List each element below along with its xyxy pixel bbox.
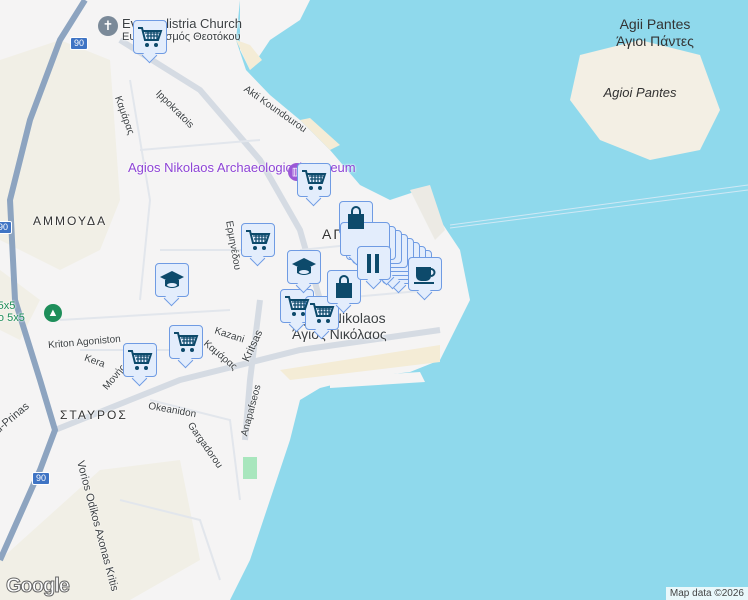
shopping-cart-marker[interactable]	[133, 20, 167, 54]
education-marker[interactable]	[155, 263, 189, 297]
shopping-cart-icon	[128, 350, 153, 370]
shopping-bag-marker[interactable]	[339, 201, 373, 235]
shopping-cart-icon	[310, 303, 335, 323]
bar-icon	[367, 254, 379, 273]
education-marker[interactable]	[287, 250, 321, 284]
route-shield-90: 90	[70, 37, 89, 50]
shopping-cart-marker[interactable]	[169, 325, 203, 359]
shopping-cart-marker[interactable]	[241, 223, 275, 257]
shopping-cart-icon	[302, 170, 327, 190]
island-alt-label: Agioi Pantes	[603, 85, 677, 100]
district-ammouda: ΑΜΜΟΥΔΑ	[33, 214, 108, 228]
shopping-cart-icon	[246, 230, 271, 250]
shopping-cart-icon	[138, 27, 163, 47]
route-shield-90: 90	[0, 221, 13, 234]
island-label[interactable]: Agii Pantes Άγιοι Πάντες	[590, 16, 720, 50]
google-logo[interactable]: Google	[6, 575, 71, 598]
map-attribution[interactable]: Map data ©2026	[665, 587, 748, 600]
shopping-cart-marker[interactable]	[123, 343, 157, 377]
education-icon	[160, 271, 184, 288]
museum-label[interactable]: Agios Nikolaos Archaeological Museum	[128, 160, 356, 175]
cafe-icon	[414, 267, 436, 284]
shopping-cart-marker[interactable]	[305, 296, 339, 330]
district-stavros: ΣΤΑΥΡΟΣ	[60, 408, 128, 422]
shopping-bag-icon	[348, 206, 364, 229]
park-icon[interactable]: ▲	[44, 304, 62, 322]
park	[243, 457, 257, 479]
shopping-cart-icon	[285, 296, 310, 316]
cafe-marker[interactable]	[408, 257, 442, 291]
ferry-route	[449, 184, 748, 229]
bar-marker[interactable]	[357, 246, 391, 280]
park-label[interactable]: Park 5x5 Πάρκο 5x5	[0, 300, 25, 324]
education-icon	[292, 258, 316, 275]
shopping-bag-icon	[336, 275, 352, 298]
island-name-en: Agii Pantes	[619, 16, 691, 32]
park-name-gr: Πάρκο 5x5	[0, 312, 25, 324]
shopping-cart-marker[interactable]	[297, 163, 331, 197]
shopping-cart-icon	[174, 332, 199, 352]
shopping-bag-marker[interactable]	[327, 270, 361, 304]
park-name-en: Park 5x5	[0, 300, 16, 312]
island-name-gr: Άγιοι Πάντες	[616, 33, 694, 49]
church-icon[interactable]: ✝	[98, 16, 118, 36]
route-shield-90: 90	[32, 472, 51, 485]
